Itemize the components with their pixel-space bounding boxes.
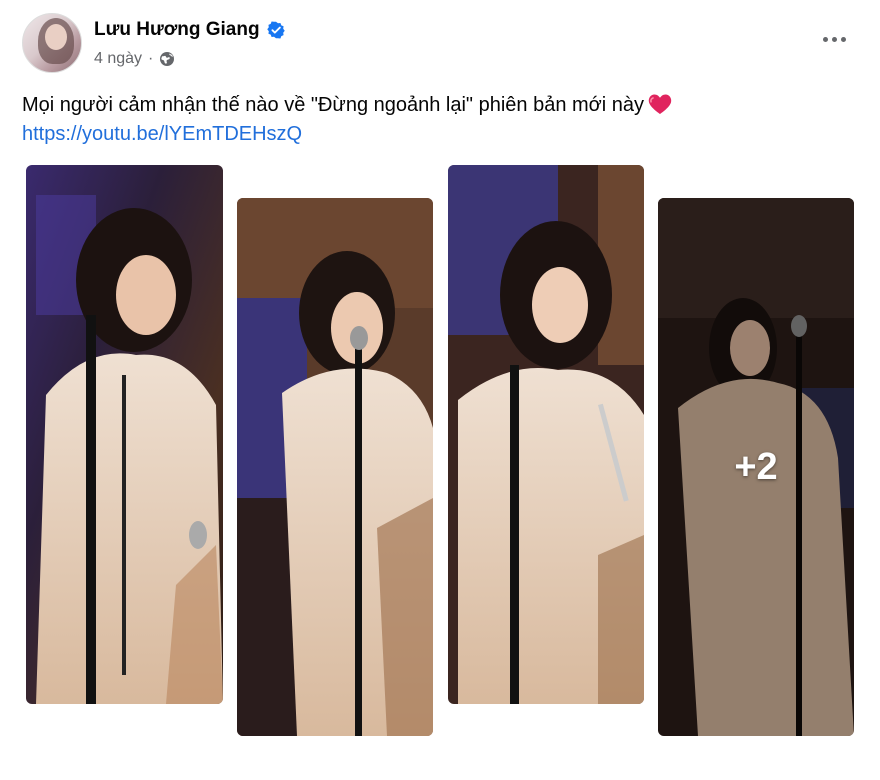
verified-badge-icon <box>266 21 285 39</box>
youtube-link[interactable]: https://youtu.be/lYEmTDEHszQ <box>22 119 302 149</box>
meta-separator: · <box>148 50 154 67</box>
red-heart-emoji <box>648 93 672 115</box>
post-message: Mọi người cảm nhận thế nào về "Đừng ngoả… <box>22 90 672 120</box>
photo-1-image <box>26 165 223 704</box>
globe-icon[interactable] <box>159 51 175 67</box>
more-options-icon[interactable] <box>816 27 852 51</box>
post-photo-4[interactable]: +2 <box>658 198 854 736</box>
post-meta: 4 ngày · <box>94 49 175 69</box>
post-message-text: Mọi người cảm nhận thế nào về "Đừng ngoả… <box>22 94 645 116</box>
author-row: Lưu Hương Giang <box>94 17 285 43</box>
more-photos-count[interactable]: +2 <box>658 198 854 736</box>
post-photo-1[interactable] <box>26 165 223 704</box>
post-timestamp[interactable]: 4 ngày <box>94 50 142 68</box>
photo-3-image <box>448 165 644 704</box>
more-photos-count-text: +2 <box>734 445 778 488</box>
post-photo-3[interactable] <box>448 165 644 704</box>
author-name[interactable]: Lưu Hương Giang <box>94 19 260 41</box>
author-avatar[interactable] <box>22 13 82 73</box>
post-photo-2[interactable] <box>237 198 433 736</box>
post-header: Lưu Hương Giang 4 ngày · <box>22 13 858 77</box>
photo-2-image <box>237 198 433 736</box>
